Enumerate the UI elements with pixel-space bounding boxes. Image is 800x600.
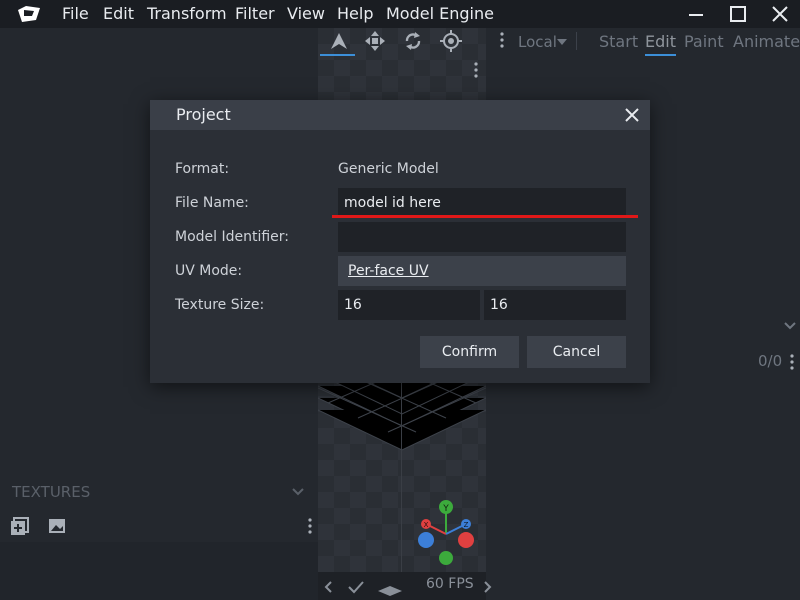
menu-transform[interactable]: Transform xyxy=(147,0,227,28)
transform-space-select[interactable]: Local xyxy=(518,30,557,54)
format-value: Generic Model xyxy=(338,161,439,177)
active-tool-indicator xyxy=(320,54,355,56)
maximize-icon[interactable] xyxy=(726,2,750,26)
toolbar-more-options-icon[interactable] xyxy=(500,32,504,48)
textures-more-options-icon[interactable] xyxy=(308,518,312,534)
fps-counter: 60 FPS xyxy=(426,576,474,592)
tab-animate[interactable]: Animate xyxy=(733,30,800,54)
menu-view[interactable]: View xyxy=(287,0,325,28)
tab-edit[interactable]: Edit xyxy=(645,30,676,56)
chevron-down-icon[interactable] xyxy=(292,487,304,497)
dropdown-arrow-icon[interactable] xyxy=(557,39,567,45)
move-tool-icon[interactable] xyxy=(328,30,350,52)
close-icon[interactable] xyxy=(622,105,642,125)
confirm-button[interactable]: Confirm xyxy=(420,336,519,368)
texture-width-input[interactable] xyxy=(338,290,480,320)
menu-model-engine[interactable]: Model Engine xyxy=(386,0,494,28)
resize-tool-icon[interactable] xyxy=(364,30,386,52)
add-texture-icon[interactable] xyxy=(10,516,30,536)
cancel-button[interactable]: Cancel xyxy=(527,336,626,368)
rotate-tool-icon[interactable] xyxy=(402,30,424,52)
uv-mode-select[interactable]: Per-face UV xyxy=(338,256,626,286)
menu-file[interactable]: File xyxy=(62,0,89,28)
gizmo-z-label: Z xyxy=(464,521,469,529)
chevron-down-icon[interactable] xyxy=(784,322,796,330)
file-name-input[interactable] xyxy=(338,188,626,218)
model-identifier-input[interactable] xyxy=(338,222,626,252)
outliner-count: 0/0 xyxy=(758,352,783,370)
annotation-underline xyxy=(332,215,638,218)
gizmo-y-label: Y xyxy=(442,504,449,514)
format-label: Format: xyxy=(175,161,230,177)
menu-filter[interactable]: Filter xyxy=(235,0,275,28)
toolbar-divider xyxy=(576,32,577,50)
close-window-icon[interactable] xyxy=(768,2,792,26)
view-mode-icon[interactable] xyxy=(378,586,402,596)
file-name-label: File Name: xyxy=(175,195,249,211)
dialog-title: Project xyxy=(176,105,231,124)
menu-edit[interactable]: Edit xyxy=(103,0,134,28)
project-dialog: Project Format: Generic Model File Name:… xyxy=(150,100,650,383)
app-logo-icon xyxy=(18,6,40,22)
outliner-more-options-icon[interactable] xyxy=(790,354,794,370)
texture-size-label: Texture Size: xyxy=(175,297,265,313)
import-texture-icon[interactable] xyxy=(48,518,66,534)
dialog-titlebar: Project xyxy=(150,100,650,130)
uv-mode-label: UV Mode: xyxy=(175,263,243,279)
chevron-right-icon[interactable] xyxy=(484,581,492,593)
texture-height-input[interactable] xyxy=(484,290,626,320)
tab-paint[interactable]: Paint xyxy=(684,30,724,54)
menu-bar: File Edit Transform Filter View Help Mod… xyxy=(0,0,800,28)
textures-panel-title: TEXTURES xyxy=(12,483,91,501)
gizmo-x-label: X xyxy=(424,521,429,529)
viewport-status-bar: 60 FPS xyxy=(318,572,492,600)
viewport-more-options-icon[interactable] xyxy=(474,62,478,78)
minimize-icon[interactable] xyxy=(684,2,708,26)
menu-help[interactable]: Help xyxy=(337,0,373,28)
pivot-tool-icon[interactable] xyxy=(440,30,462,52)
model-identifier-label: Model Identifier: xyxy=(175,229,290,245)
orientation-gizmo[interactable]: Y X Z xyxy=(414,498,476,568)
checkmark-icon[interactable] xyxy=(348,580,364,594)
chevron-left-icon[interactable] xyxy=(324,581,332,593)
tab-start[interactable]: Start xyxy=(599,30,638,54)
